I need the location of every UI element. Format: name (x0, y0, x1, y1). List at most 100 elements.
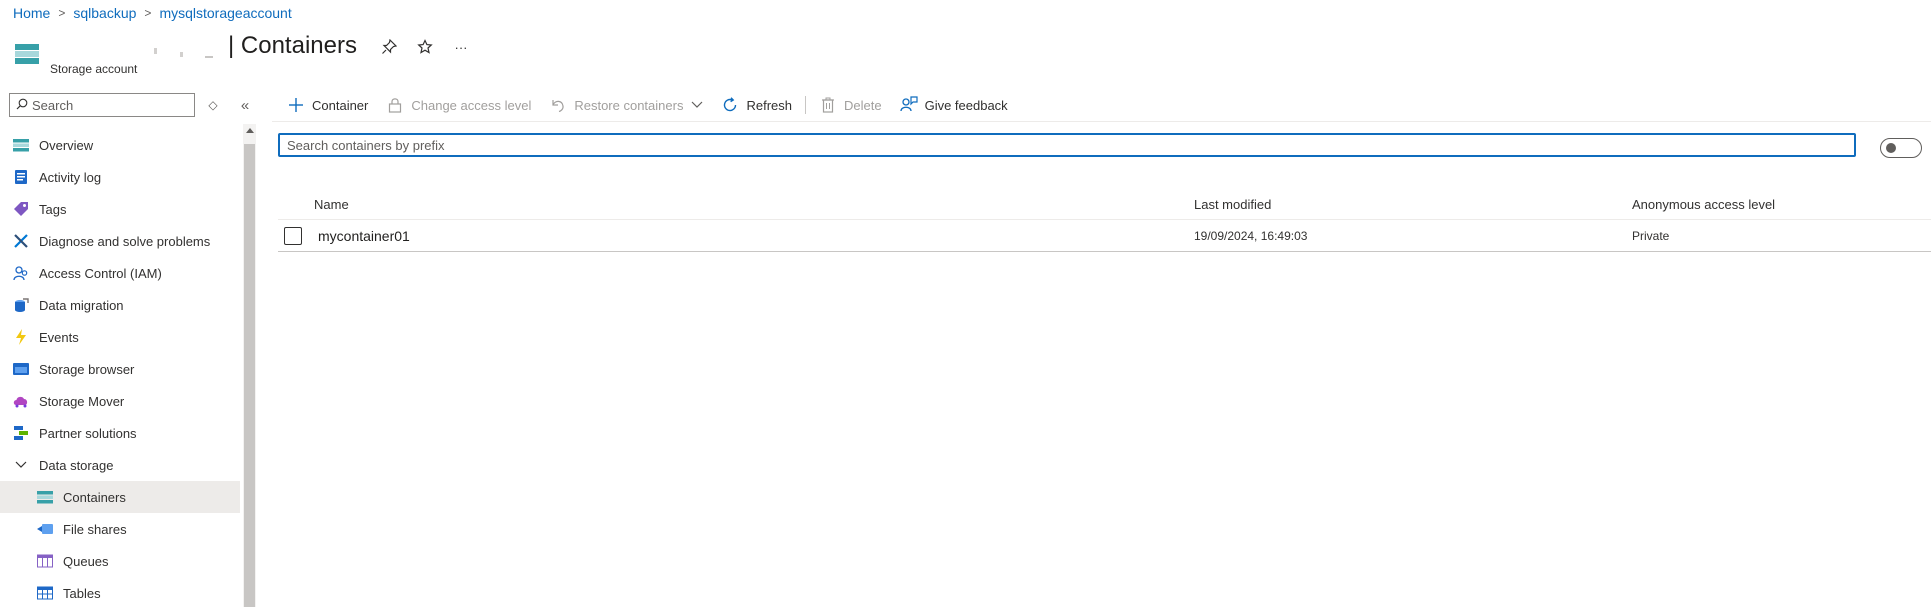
favorite-star-icon[interactable] (414, 36, 436, 58)
resource-name-redacted (50, 38, 222, 64)
file-share-icon (36, 520, 54, 538)
toolbar-divider-line (272, 121, 1931, 122)
restore-containers-label: Restore containers (574, 97, 684, 113)
sidebar-item-label: Tags (39, 201, 67, 217)
cloud-mover-icon (12, 392, 30, 410)
table-icon (36, 584, 54, 602)
give-feedback-button[interactable]: Give feedback (891, 92, 1017, 118)
sidebar-item-label: File shares (63, 521, 127, 537)
sidebar-item-storage-mover[interactable]: Storage Mover (0, 385, 240, 417)
sidebar-item-label: Queues (63, 553, 109, 569)
column-header-access-level[interactable]: Anonymous access level (1632, 197, 1931, 212)
sidebar-search[interactable] (9, 93, 195, 117)
sidebar-item-containers[interactable]: Containers (0, 481, 240, 513)
add-container-button[interactable]: Container (278, 92, 377, 118)
breadcrumb-home[interactable]: Home (13, 5, 50, 21)
tag-icon (12, 200, 30, 218)
row-check-cell (278, 226, 314, 245)
sidebar-item-tags[interactable]: Tags (0, 193, 240, 225)
scrollbar-thumb[interactable] (244, 144, 255, 607)
column-header-name[interactable]: Name (314, 197, 1194, 212)
refresh-button[interactable]: Refresh (712, 92, 801, 118)
wrench-icon (12, 232, 30, 250)
header-actions: ··· (378, 36, 472, 58)
chevron-down-icon (12, 461, 30, 469)
undo-icon (549, 96, 567, 114)
sidebar-group-label: Data storage (39, 457, 114, 473)
sidebar-item-label: Tables (63, 585, 101, 601)
search-icon (16, 98, 28, 113)
delete-label: Delete (844, 97, 882, 113)
lightning-icon (12, 328, 30, 346)
data-migration-icon (12, 296, 30, 314)
feedback-icon (899, 96, 918, 114)
breadcrumb-separator: > (58, 6, 66, 20)
sidebar-item-label: Storage browser (39, 361, 135, 377)
lock-icon (386, 96, 404, 114)
sidebar-item-overview[interactable]: Overview (0, 129, 240, 161)
sidebar-item-events[interactable]: Events (0, 321, 240, 353)
sidebar: ◇ « Overview Activity log Tags Diagnose … (0, 88, 256, 607)
sidebar-item-storage-browser[interactable]: Storage browser (0, 353, 240, 385)
sidebar-item-tables[interactable]: Tables (0, 577, 240, 607)
breadcrumb: Home > sqlbackup > mysqlstorageaccount (13, 4, 292, 22)
toolbar-divider (805, 96, 806, 114)
row-checkbox[interactable] (284, 226, 302, 245)
show-deleted-toggle[interactable] (1880, 138, 1922, 158)
sidebar-item-file-shares[interactable]: File shares (0, 513, 240, 545)
last-modified-cell: 19/09/2024, 16:49:03 (1194, 228, 1308, 243)
trash-icon (819, 96, 837, 114)
sidebar-item-queues[interactable]: Queues (0, 545, 240, 577)
chevron-down-icon (691, 101, 703, 109)
containers-table: Name Last modified Anonymous access leve… (278, 190, 1931, 252)
command-bar: Container Change access level Restore co… (278, 92, 1017, 118)
more-options-icon[interactable]: ··· (450, 36, 472, 58)
table-row[interactable]: mycontainer01 19/09/2024, 16:49:03 Priva… (278, 220, 1931, 252)
sidebar-item-label: Diagnose and solve problems (39, 233, 211, 249)
sidebar-item-partner-solutions[interactable]: Partner solutions (0, 417, 240, 449)
toggle-knob (1886, 143, 1896, 153)
partner-icon (12, 424, 30, 442)
sidebar-item-label: Data migration (39, 297, 124, 313)
storage-account-icon (14, 42, 40, 66)
access-level-cell: Private (1632, 228, 1670, 243)
collapse-sidebar-icon[interactable]: « (238, 97, 252, 114)
activity-log-icon (12, 168, 30, 186)
add-container-label: Container (312, 97, 369, 113)
breadcrumb-sqlbackup[interactable]: sqlbackup (73, 5, 136, 21)
overview-icon (12, 136, 30, 154)
change-access-level-button[interactable]: Change access level (377, 92, 540, 118)
storage-browser-icon (12, 360, 30, 378)
sidebar-item-iam[interactable]: Access Control (IAM) (0, 257, 240, 289)
sidebar-item-diagnose[interactable]: Diagnose and solve problems (0, 225, 240, 257)
sidebar-item-activity-log[interactable]: Activity log (0, 161, 240, 193)
containers-icon (36, 488, 54, 506)
sidebar-group-data-storage[interactable]: Data storage (0, 449, 240, 481)
refresh-label: Refresh (746, 97, 792, 113)
container-search[interactable] (278, 133, 1856, 157)
breadcrumb-storage-account[interactable]: mysqlstorageaccount (159, 5, 291, 21)
refresh-icon (721, 96, 739, 114)
sidebar-search-input[interactable] (32, 97, 182, 113)
sidebar-item-data-migration[interactable]: Data migration (0, 289, 240, 321)
sidebar-item-label: Partner solutions (39, 425, 137, 441)
delete-button[interactable]: Delete (810, 92, 891, 118)
table-header: Name Last modified Anonymous access leve… (278, 190, 1931, 220)
sidebar-nav: Overview Activity log Tags Diagnose and … (0, 129, 240, 607)
pin-icon[interactable] (378, 36, 400, 58)
column-header-last-modified[interactable]: Last modified (1194, 197, 1632, 212)
scroll-up-arrow-icon[interactable] (246, 128, 254, 133)
sort-toggle-icon[interactable]: ◇ (206, 98, 220, 112)
breadcrumb-separator: > (144, 6, 152, 20)
page-title: | Containers (228, 32, 357, 59)
change-access-level-label: Change access level (411, 97, 532, 113)
restore-containers-button[interactable]: Restore containers (540, 92, 712, 118)
give-feedback-label: Give feedback (924, 97, 1008, 113)
sidebar-item-label: Overview (39, 137, 94, 153)
plus-icon (287, 96, 305, 114)
people-icon (12, 264, 30, 282)
queue-icon (36, 552, 54, 570)
sidebar-scrollbar[interactable] (243, 124, 256, 607)
container-name-link[interactable]: mycontainer01 (314, 228, 410, 244)
container-search-input[interactable] (287, 137, 1854, 153)
